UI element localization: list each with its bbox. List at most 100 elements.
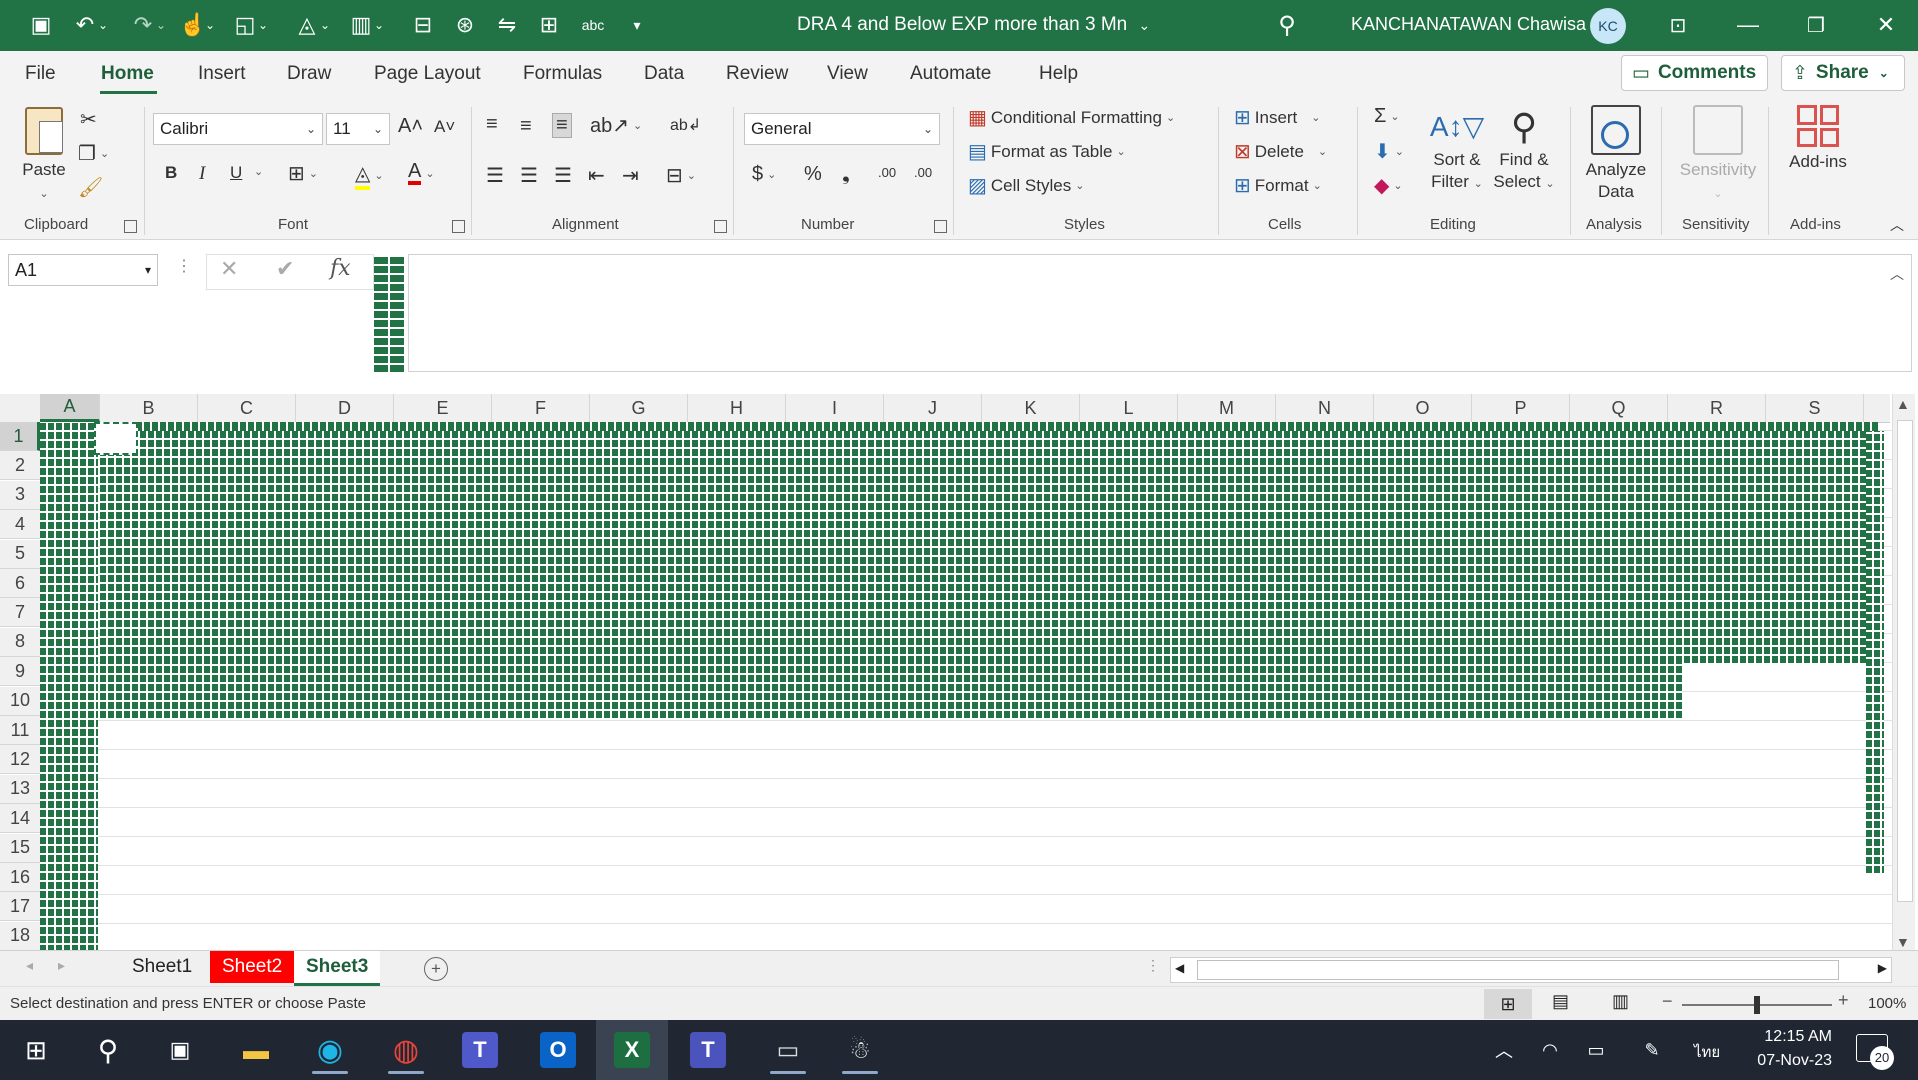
row-header[interactable]: 13 (0, 774, 40, 804)
row-header[interactable]: 12 (0, 745, 40, 775)
teams-new-icon[interactable]: T (690, 1032, 726, 1068)
column-header[interactable]: B (100, 394, 198, 422)
add-sheet-icon[interactable]: + (424, 957, 448, 981)
row-header[interactable]: 1 (0, 422, 40, 451)
tab-view[interactable]: View (827, 63, 868, 85)
wrap-text-button[interactable]: ab↲ (670, 115, 701, 135)
freeze-dropdown-icon[interactable]: ⌄ (372, 10, 386, 40)
user-name[interactable]: KANCHANATAWAN Chawisa (1351, 14, 1586, 35)
format-painter-qa-icon[interactable]: ⊟ (408, 10, 438, 40)
column-header[interactable]: C (198, 394, 296, 422)
percent-button[interactable]: % (804, 163, 822, 186)
comments-button[interactable]: ▭ Comments (1621, 55, 1768, 91)
tab-file[interactable]: File (25, 63, 56, 85)
minimize-icon[interactable]: — (1724, 6, 1772, 44)
tab-formulas[interactable]: Formulas (523, 63, 602, 85)
clock-date[interactable]: 07-Nov-23 (1744, 1052, 1832, 1070)
bottom-align-button[interactable]: ≡ (552, 113, 572, 138)
name-box[interactable]: A1 ▾ (8, 254, 158, 286)
format-cells-button[interactable]: ⊞ Format ⌄ (1234, 173, 1322, 198)
search-icon[interactable]: ⚲ (84, 1028, 132, 1072)
windows-start-icon[interactable]: ⊞ (12, 1028, 60, 1072)
copy-button[interactable]: ❐ ⌄ (78, 141, 109, 166)
formula-input[interactable] (408, 254, 1912, 372)
top-align-button[interactable]: ≡ (486, 113, 498, 136)
row-header[interactable]: 5 (0, 539, 40, 569)
format-as-table-button[interactable]: ▤ Format as Table ⌄ (968, 139, 1126, 164)
column-header[interactable]: D (296, 394, 394, 422)
row-header[interactable]: 8 (0, 627, 40, 657)
scroll-right-icon[interactable]: ▶ (1878, 961, 1887, 975)
battery-icon[interactable]: ▭ (1572, 1028, 1620, 1072)
column-header[interactable]: G (590, 394, 688, 422)
zoom-level[interactable]: 100% (1868, 995, 1906, 1012)
undo-dropdown-icon[interactable]: ⌄ (96, 10, 110, 40)
autosum-button[interactable]: Σ ⌄ (1374, 105, 1400, 128)
collapse-ribbon-button[interactable]: ︿ (1890, 215, 1904, 235)
tab-data[interactable]: Data (644, 63, 684, 85)
zoom-slider[interactable] (1682, 996, 1832, 1014)
decrease-font-button[interactable]: A˅ (434, 117, 455, 137)
scroll-up-icon[interactable]: ▲ (1896, 396, 1910, 412)
share-button[interactable]: ⇪ Share ⌄ (1781, 55, 1905, 91)
italic-button[interactable]: I (199, 163, 205, 185)
customize-toolbar-icon[interactable]: ▾ (622, 10, 652, 40)
pen-icon[interactable]: ✎ (1628, 1028, 1676, 1072)
scroll-left-icon[interactable]: ◀ (1175, 961, 1184, 975)
table-icon[interactable]: ⊞ (534, 10, 564, 40)
column-header[interactable]: O (1374, 394, 1472, 422)
scroll-thumb[interactable] (1897, 420, 1913, 902)
sheet-tab-sheet2[interactable]: Sheet2 (210, 951, 295, 983)
increase-font-button[interactable]: A˄ (398, 115, 423, 138)
comma-button[interactable]: ❟ (842, 163, 850, 186)
row-header[interactable]: 17 (0, 892, 40, 922)
decrease-indent-button[interactable]: ⇤ (588, 163, 605, 188)
column-header[interactable]: K (982, 394, 1080, 422)
decrease-decimal-button[interactable]: .00 (914, 165, 932, 180)
chrome-icon[interactable]: ◍ (382, 1028, 430, 1074)
insert-cells-button[interactable]: ⊞ Insert ⌄ (1234, 105, 1321, 130)
excel-icon[interactable]: X (614, 1032, 650, 1068)
delete-cells-button[interactable]: ⊠ Delete ⌄ (1234, 139, 1327, 164)
terminal-icon[interactable]: ▭ (764, 1028, 812, 1074)
edge-icon[interactable]: ◉ (306, 1028, 354, 1074)
teams-icon[interactable]: T (462, 1032, 498, 1068)
increase-decimal-button[interactable]: .00 (878, 165, 896, 180)
tab-splitter-icon[interactable]: ⋮ (1146, 957, 1160, 974)
row-header[interactable]: 6 (0, 569, 40, 598)
tab-review[interactable]: Review (726, 63, 788, 85)
column-header[interactable]: A (40, 394, 100, 422)
page-break-view-icon[interactable]: ▥ (1612, 991, 1629, 1012)
shapes-dropdown-icon[interactable]: ⌄ (256, 10, 270, 40)
close-icon[interactable]: ✕ (1862, 6, 1910, 44)
currency-button[interactable]: $ ⌄ (752, 163, 776, 186)
scroll-thumb[interactable] (1197, 960, 1839, 980)
column-header[interactable]: J (884, 394, 982, 422)
row-header[interactable]: 15 (0, 833, 40, 863)
insert-function-icon[interactable]: fx (330, 256, 351, 281)
language-indicator[interactable]: ไทย (1694, 1040, 1720, 1064)
sheet-tab-sheet3[interactable]: Sheet3 (294, 951, 381, 986)
tab-page-layout[interactable]: Page Layout (374, 63, 481, 85)
more-options-icon[interactable]: ⋮ (176, 256, 192, 276)
row-header[interactable]: 16 (0, 863, 40, 892)
touch-dropdown-icon[interactable]: ⌄ (203, 10, 217, 40)
column-header[interactable]: P (1472, 394, 1570, 422)
middle-align-button[interactable]: ≡ (520, 115, 532, 138)
avatar[interactable]: KC (1590, 8, 1626, 44)
horizontal-scrollbar[interactable]: ◀ ▶ (1170, 957, 1892, 983)
font-name-combobox[interactable]: Calibri ⌄ (153, 113, 323, 145)
find-select-button[interactable]: ⚲ Find & Select ⌄ (1490, 105, 1558, 195)
borders-button[interactable]: ⊞ ⌄ (288, 161, 318, 186)
zoom-out-icon[interactable]: − (1662, 991, 1673, 1012)
accessibility-icon[interactable]: ⊛ (450, 10, 480, 40)
pdf24-icon[interactable]: ☃ (836, 1028, 884, 1074)
row-header[interactable]: 9 (0, 657, 40, 687)
column-header[interactable]: H (688, 394, 786, 422)
analyze-data-button[interactable]: Analyze Data (1578, 105, 1654, 203)
font-size-combobox[interactable]: 11 ⌄ (326, 113, 390, 145)
column-header[interactable]: F (492, 394, 590, 422)
clipboard-launcher-icon[interactable] (124, 220, 137, 233)
cut-button[interactable]: ✂ (80, 107, 97, 132)
tab-draw[interactable]: Draw (287, 63, 331, 85)
